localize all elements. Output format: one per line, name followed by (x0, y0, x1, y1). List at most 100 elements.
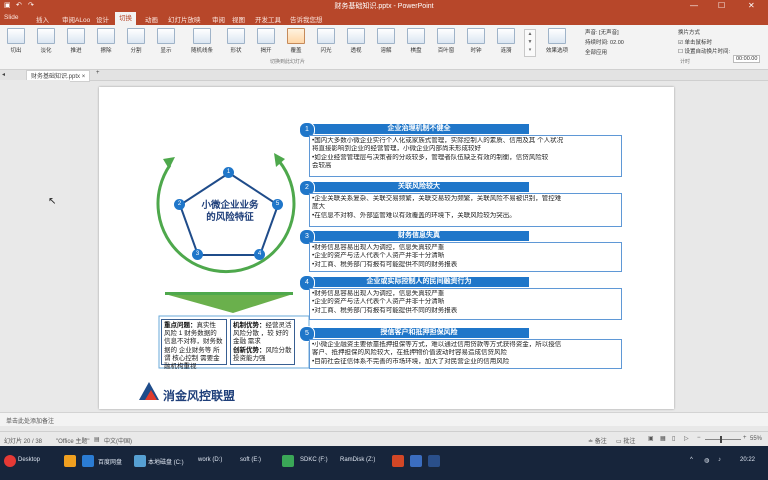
transition-ripple[interactable]: 涟漪 (492, 28, 520, 54)
ripple-transition-icon (497, 28, 515, 44)
slideshow-view-icon[interactable]: ▷ (684, 435, 689, 442)
cover-transition-icon (287, 28, 305, 44)
volume-icon[interactable]: ♪ (718, 457, 721, 463)
taskbar-app2-icon[interactable] (410, 455, 422, 467)
dissolve-transition-icon (377, 28, 395, 44)
sound-dropdown[interactable]: 声音: [无声音] (585, 28, 619, 36)
zoom-out-icon[interactable]: − (697, 435, 701, 441)
key-issue-heading: 重点问题： (164, 322, 197, 329)
transition-uncover[interactable]: 揭开 (252, 28, 280, 54)
transition-wipe[interactable]: 擦除 (92, 28, 120, 54)
tab-review[interactable]: 审阅 (212, 14, 225, 24)
duration-field[interactable]: 持续时间: 02.00 (585, 38, 624, 46)
wipe-transition-icon (97, 28, 115, 44)
split-transition-icon (127, 28, 145, 44)
start-button-icon[interactable] (4, 455, 16, 467)
transition-cut[interactable]: 切出 (2, 28, 30, 54)
tab-arrow-icon[interactable]: ◂ (2, 71, 5, 78)
taskbar-drive-z[interactable]: RamDisk (Z:) (340, 457, 375, 463)
tab-animations[interactable]: 动画 (145, 14, 158, 24)
taskbar-explorer-icon[interactable] (64, 455, 76, 467)
push-transition-icon (67, 28, 85, 44)
status-bar: 幻灯片 20 / 38 "Office 主题" ▤ 中文(中国) ≐ 备注 ▭ … (0, 431, 768, 447)
taskbar-drive-d[interactable]: work (D:) (198, 457, 222, 463)
apply-all-button[interactable]: 全部应用 (585, 48, 607, 56)
clock[interactable]: 20:22 (740, 457, 755, 463)
transition-push[interactable]: 推进 (62, 28, 90, 54)
taskbar-desktop[interactable]: Desktop (18, 457, 40, 463)
zoom-in-icon[interactable]: + (743, 435, 747, 441)
uncover-transition-icon (257, 28, 275, 44)
transition-random-bars[interactable]: 随机线条 (182, 28, 222, 54)
gallery-scroll[interactable]: ▲ ▼ ▾ (524, 29, 536, 57)
taskbar-app-icon[interactable] (82, 455, 94, 467)
transition-blinds[interactable]: 百叶窗 (432, 28, 460, 54)
section-5-line-1: •小微企业融资主要依靠抵押担保等方式，难以通过信用贷款等方式获得资金，所以授信 (312, 341, 562, 348)
tab-design[interactable]: 设计 (96, 14, 109, 24)
taskbar: Desktop 百度网盘 本地磁盘 (C:) work (D:) soft (E… (0, 446, 768, 480)
network-icon[interactable]: ◍ (704, 457, 709, 464)
tray-chevron-icon[interactable]: ^ (690, 457, 693, 463)
normal-view-icon[interactable]: ▣ (648, 435, 654, 442)
section-4-line-3: •对工商、税务部门有报有可能提供不同的财务报表 (312, 306, 458, 314)
section-5-title: 授信客户和抵押担保风险 (309, 328, 529, 338)
taskbar-baidu[interactable]: 百度网盘 (98, 457, 122, 466)
section-1-line-2: 将直接影响到企业的经营管理，小微企业内部尚未形成较好 (312, 145, 481, 153)
transition-split[interactable]: 分割 (122, 28, 150, 54)
taskbar-drive-f[interactable]: SDKC (F:) (300, 457, 328, 463)
tab-slide[interactable]: Slide (4, 14, 18, 21)
maximize-icon[interactable]: ☐ (718, 1, 725, 10)
funnel-top (165, 292, 293, 295)
transition-flash[interactable]: 闪光 (312, 28, 340, 54)
tab-slideshow[interactable]: 幻灯片放映 (168, 14, 201, 24)
transition-clock[interactable]: 时钟 (462, 28, 490, 54)
transition-perspective[interactable]: 透视 (342, 28, 370, 54)
notes-placeholder[interactable]: 单击此处添加备注 (6, 416, 54, 425)
after-checkbox[interactable]: ☐ 设置自动换片时间: (678, 47, 730, 55)
spellcheck-icon[interactable]: ▤ (94, 436, 100, 443)
close-icon[interactable]: ✕ (748, 1, 755, 10)
new-tab-icon[interactable]: + (96, 70, 100, 76)
on-click-checkbox[interactable]: ☑ 单击鼠标时 (678, 38, 712, 46)
transition-cover[interactable]: 覆盖 (282, 28, 310, 54)
slide-canvas[interactable]: 1 2 3 4 5 小微企业业务 的风险特征 企业治理机制不健全 1 •国内大多… (99, 87, 674, 409)
transition-checkerboard[interactable]: 棋盘 (402, 28, 430, 54)
transition-fade[interactable]: 淡化 (32, 28, 60, 54)
close-tab-icon[interactable]: × (82, 74, 86, 80)
taskbar-drive-e[interactable]: soft (E:) (240, 457, 261, 463)
group-label-timing: 计时 (680, 59, 691, 65)
brand-logo-text: 消金风控联盟 (163, 389, 236, 403)
zoom-slider[interactable] (705, 439, 741, 440)
taskbar-powerpoint-icon[interactable] (392, 455, 404, 467)
minimize-icon[interactable]: — (690, 1, 698, 10)
tell-me-box[interactable]: 告诉我您想 (290, 14, 323, 24)
transition-dissolve[interactable]: 溶解 (372, 28, 400, 54)
zoom-slider-thumb[interactable] (720, 436, 722, 443)
taskbar-drive-c[interactable]: 本地磁盘 (C:) (148, 457, 184, 466)
section-4-line-2: •企业的资产与法人代表个人资产并非十分清晰 (312, 298, 445, 306)
thumbnail-pane[interactable] (0, 80, 70, 410)
tab-developer[interactable]: 开发工具 (255, 14, 281, 24)
sorter-view-icon[interactable]: ▦ (660, 435, 666, 442)
after-time-field[interactable]: 00:00.00 (733, 55, 761, 63)
tab-insert[interactable]: 插入 (36, 14, 49, 24)
tab-transitions[interactable]: 切换 (115, 12, 136, 25)
transition-reveal[interactable]: 显示 (152, 28, 180, 54)
taskbar-app3-icon[interactable] (428, 455, 440, 467)
taskbar-chat-icon[interactable] (282, 455, 294, 467)
comments-button[interactable]: ▭ 批注 (616, 436, 635, 445)
fade-transition-icon (37, 28, 55, 44)
zoom-level[interactable]: 55% (750, 436, 762, 442)
tab-review-aloo[interactable]: 审阅ALoo (62, 14, 90, 24)
effect-options-button[interactable]: 效果选项 (540, 28, 574, 54)
tab-view[interactable]: 视图 (232, 14, 245, 24)
notes-button[interactable]: ≐ 备注 (588, 436, 607, 445)
cut-transition-icon (7, 28, 25, 44)
section-2-line-1: •企业关联关系复杂、关联交易频繁，关联交易较为频繁，关联风险不易被识别，管控难 (312, 195, 562, 202)
pentagon-node-1: 1 (223, 167, 234, 178)
notes-pane[interactable]: 单击此处添加备注 (0, 412, 768, 426)
transition-shape[interactable]: 形状 (222, 28, 250, 54)
clock-transition-icon (467, 28, 485, 44)
funnel-arrow (165, 294, 293, 313)
reading-view-icon[interactable]: ▯ (672, 435, 675, 442)
